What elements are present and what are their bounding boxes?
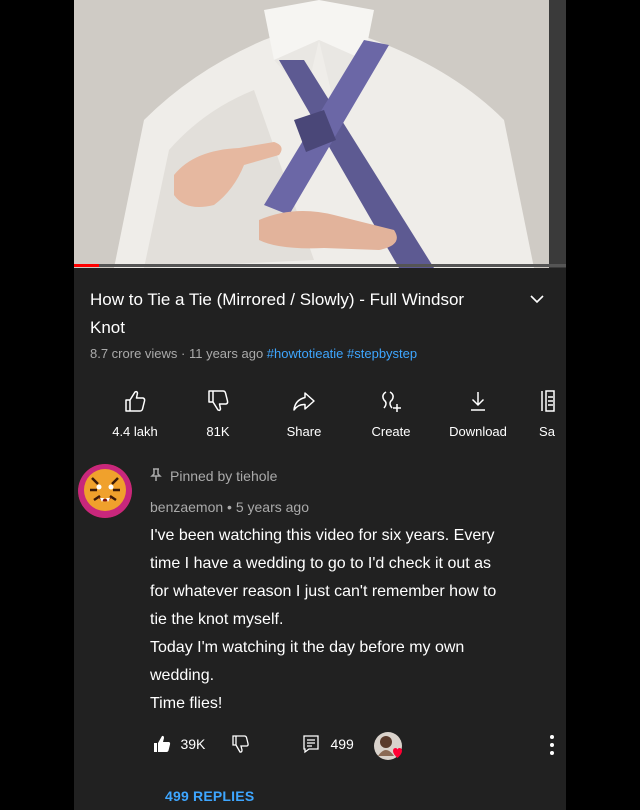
pinned-text: Pinned by tiehole [170,468,278,484]
comment-line: time I have a wedding to go to I'd check… [150,555,492,572]
pin-icon [150,468,162,481]
chevron-down-icon[interactable] [528,290,546,308]
comment-line: Time flies! [150,695,223,712]
video-player[interactable] [74,0,566,268]
comment-line: for whatever reason I just can't remembe… [150,583,497,600]
video-meta: 8.7 crore views · 11 years ago #howtotie… [90,346,417,361]
comment-line: wedding. [150,667,215,684]
save-icon [541,390,555,412]
comment-like-count: 39K [180,736,206,752]
comment-line: I've been watching this video for six ye… [150,527,495,544]
like-count: 4.4 lakh [112,424,158,439]
thumbs-down-icon [232,735,249,753]
comment-line: tie the knot myself. [150,611,284,628]
video-progress-fill [74,264,99,267]
comment-dislike-button[interactable] [231,734,251,759]
download-icon [471,392,485,411]
like-button[interactable]: 4.4 lakh [90,388,180,439]
create-button[interactable]: Create [346,388,436,439]
comment-actions: 39K 499 [74,730,566,760]
thumbs-up-icon [125,390,146,412]
video-title: How to Tie a Tie (Mirrored / Slowly) - F… [90,286,510,342]
comment-like-button[interactable]: 39K [152,734,205,756]
thumbs-down-icon [208,390,229,412]
tiger-avatar-image [78,464,132,518]
avatar[interactable] [78,464,132,518]
video-title-line-2: Knot [90,318,125,337]
dislike-button[interactable]: 81K [173,388,263,439]
video-progress-track[interactable] [74,264,566,267]
creator-heart-avatar [374,732,402,760]
download-label: Download [449,424,507,439]
video-stats: 8.7 crore views · 11 years ago [90,346,264,361]
comment-replies-button[interactable]: 499 [302,734,354,756]
comment-reply-count: 499 [330,736,354,752]
comment-line: Today I'm watching it the day before my … [150,639,465,656]
share-button[interactable]: Share [259,388,349,439]
video-hashtags[interactable]: #howtotieatie #stepbystep [267,346,417,361]
comment-author[interactable]: benzaemon • 5 years ago [150,499,309,515]
comment-icon [303,735,319,754]
create-icon [382,391,401,412]
create-label: Create [371,424,411,439]
video-frame-image [74,0,566,268]
share-label: Share [286,424,322,439]
video-title-line-1: How to Tie a Tie (Mirrored / Slowly) - F… [90,290,465,309]
save-label: Sa [539,424,555,439]
save-button[interactable]: Sa [517,388,577,439]
comment-text: I've been watching this video for six ye… [150,522,560,718]
app-frame: How to Tie a Tie (Mirrored / Slowly) - F… [74,0,566,810]
download-button[interactable]: Download [433,388,523,439]
more-options-icon[interactable] [548,734,556,756]
thumbs-up-filled-icon [154,735,171,752]
video-title-row[interactable]: How to Tie a Tie (Mirrored / Slowly) - F… [90,286,550,342]
replies-link[interactable]: 499 REPLIES [165,788,254,804]
pinned-label: Pinned by tiehole [150,468,277,484]
creator-avatar-image [378,736,402,758]
share-icon [293,392,315,411]
action-bar: 4.4 lakh 81K Share Create Download Sa [74,388,566,442]
dislike-count: 81K [206,424,230,439]
